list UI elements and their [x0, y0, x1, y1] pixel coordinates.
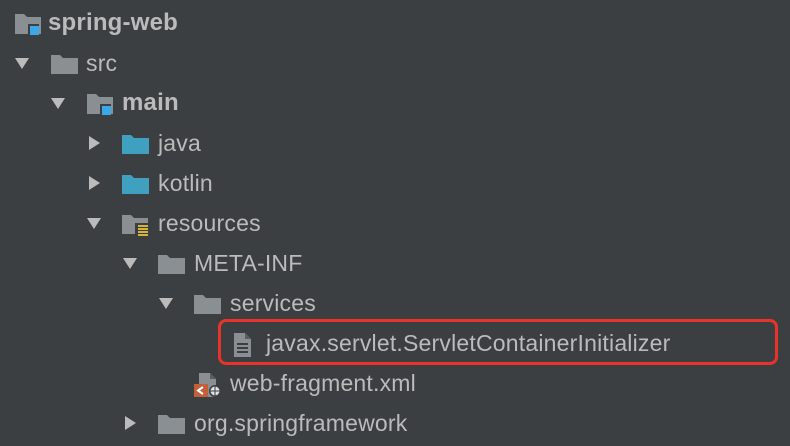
chevron-down-icon[interactable] [14, 55, 30, 71]
chevron-right-icon[interactable] [86, 175, 102, 191]
tree-item-label: web-fragment.xml [230, 370, 416, 396]
xml-file-icon [193, 372, 223, 397]
tree-item-meta-inf[interactable]: META-INF [0, 243, 790, 283]
chevron-down-icon[interactable] [50, 95, 66, 111]
folder-icon [50, 52, 80, 76]
tree-item-src[interactable]: src [0, 43, 790, 83]
tree-item-main[interactable]: main [0, 83, 790, 123]
source-folder-icon [121, 172, 151, 196]
source-folder-icon [121, 132, 151, 156]
tree-item-label: main [122, 89, 179, 116]
folder-icon [157, 412, 187, 436]
chevron-down-icon[interactable] [158, 295, 174, 311]
highlight-annotation [218, 319, 778, 365]
tree-item-org-springframework[interactable]: org.springframework [0, 403, 790, 443]
tree-item-label: kotlin [158, 170, 213, 196]
module-folder-icon [14, 12, 44, 36]
folder-icon [193, 292, 223, 316]
chevron-down-icon[interactable] [122, 255, 138, 271]
chevron-right-icon[interactable] [122, 415, 138, 431]
tree-item-web-fragment-xml[interactable]: web-fragment.xml [0, 363, 790, 403]
tree-item-services[interactable]: services [0, 283, 790, 323]
tree-item-label: resources [158, 210, 261, 236]
project-tree: spring-web src main java kotlin resource… [0, 0, 790, 446]
chevron-down-icon[interactable] [86, 215, 102, 231]
tree-item-resources[interactable]: resources [0, 203, 790, 243]
tree-item-label: java [158, 130, 201, 156]
tree-item-label: META-INF [194, 250, 303, 276]
folder-icon [157, 252, 187, 276]
tree-item-label: services [230, 290, 316, 316]
resources-folder-icon [121, 212, 151, 236]
tree-item-spring-web[interactable]: spring-web [0, 3, 790, 43]
tree-item-kotlin[interactable]: kotlin [0, 163, 790, 203]
tree-item-java[interactable]: java [0, 123, 790, 163]
tree-item-label: org.springframework [194, 410, 408, 436]
chevron-right-icon[interactable] [86, 135, 102, 151]
tree-item-label: spring-web [48, 9, 179, 36]
tree-item-label: src [86, 50, 118, 76]
source-root-folder-icon [86, 92, 116, 116]
